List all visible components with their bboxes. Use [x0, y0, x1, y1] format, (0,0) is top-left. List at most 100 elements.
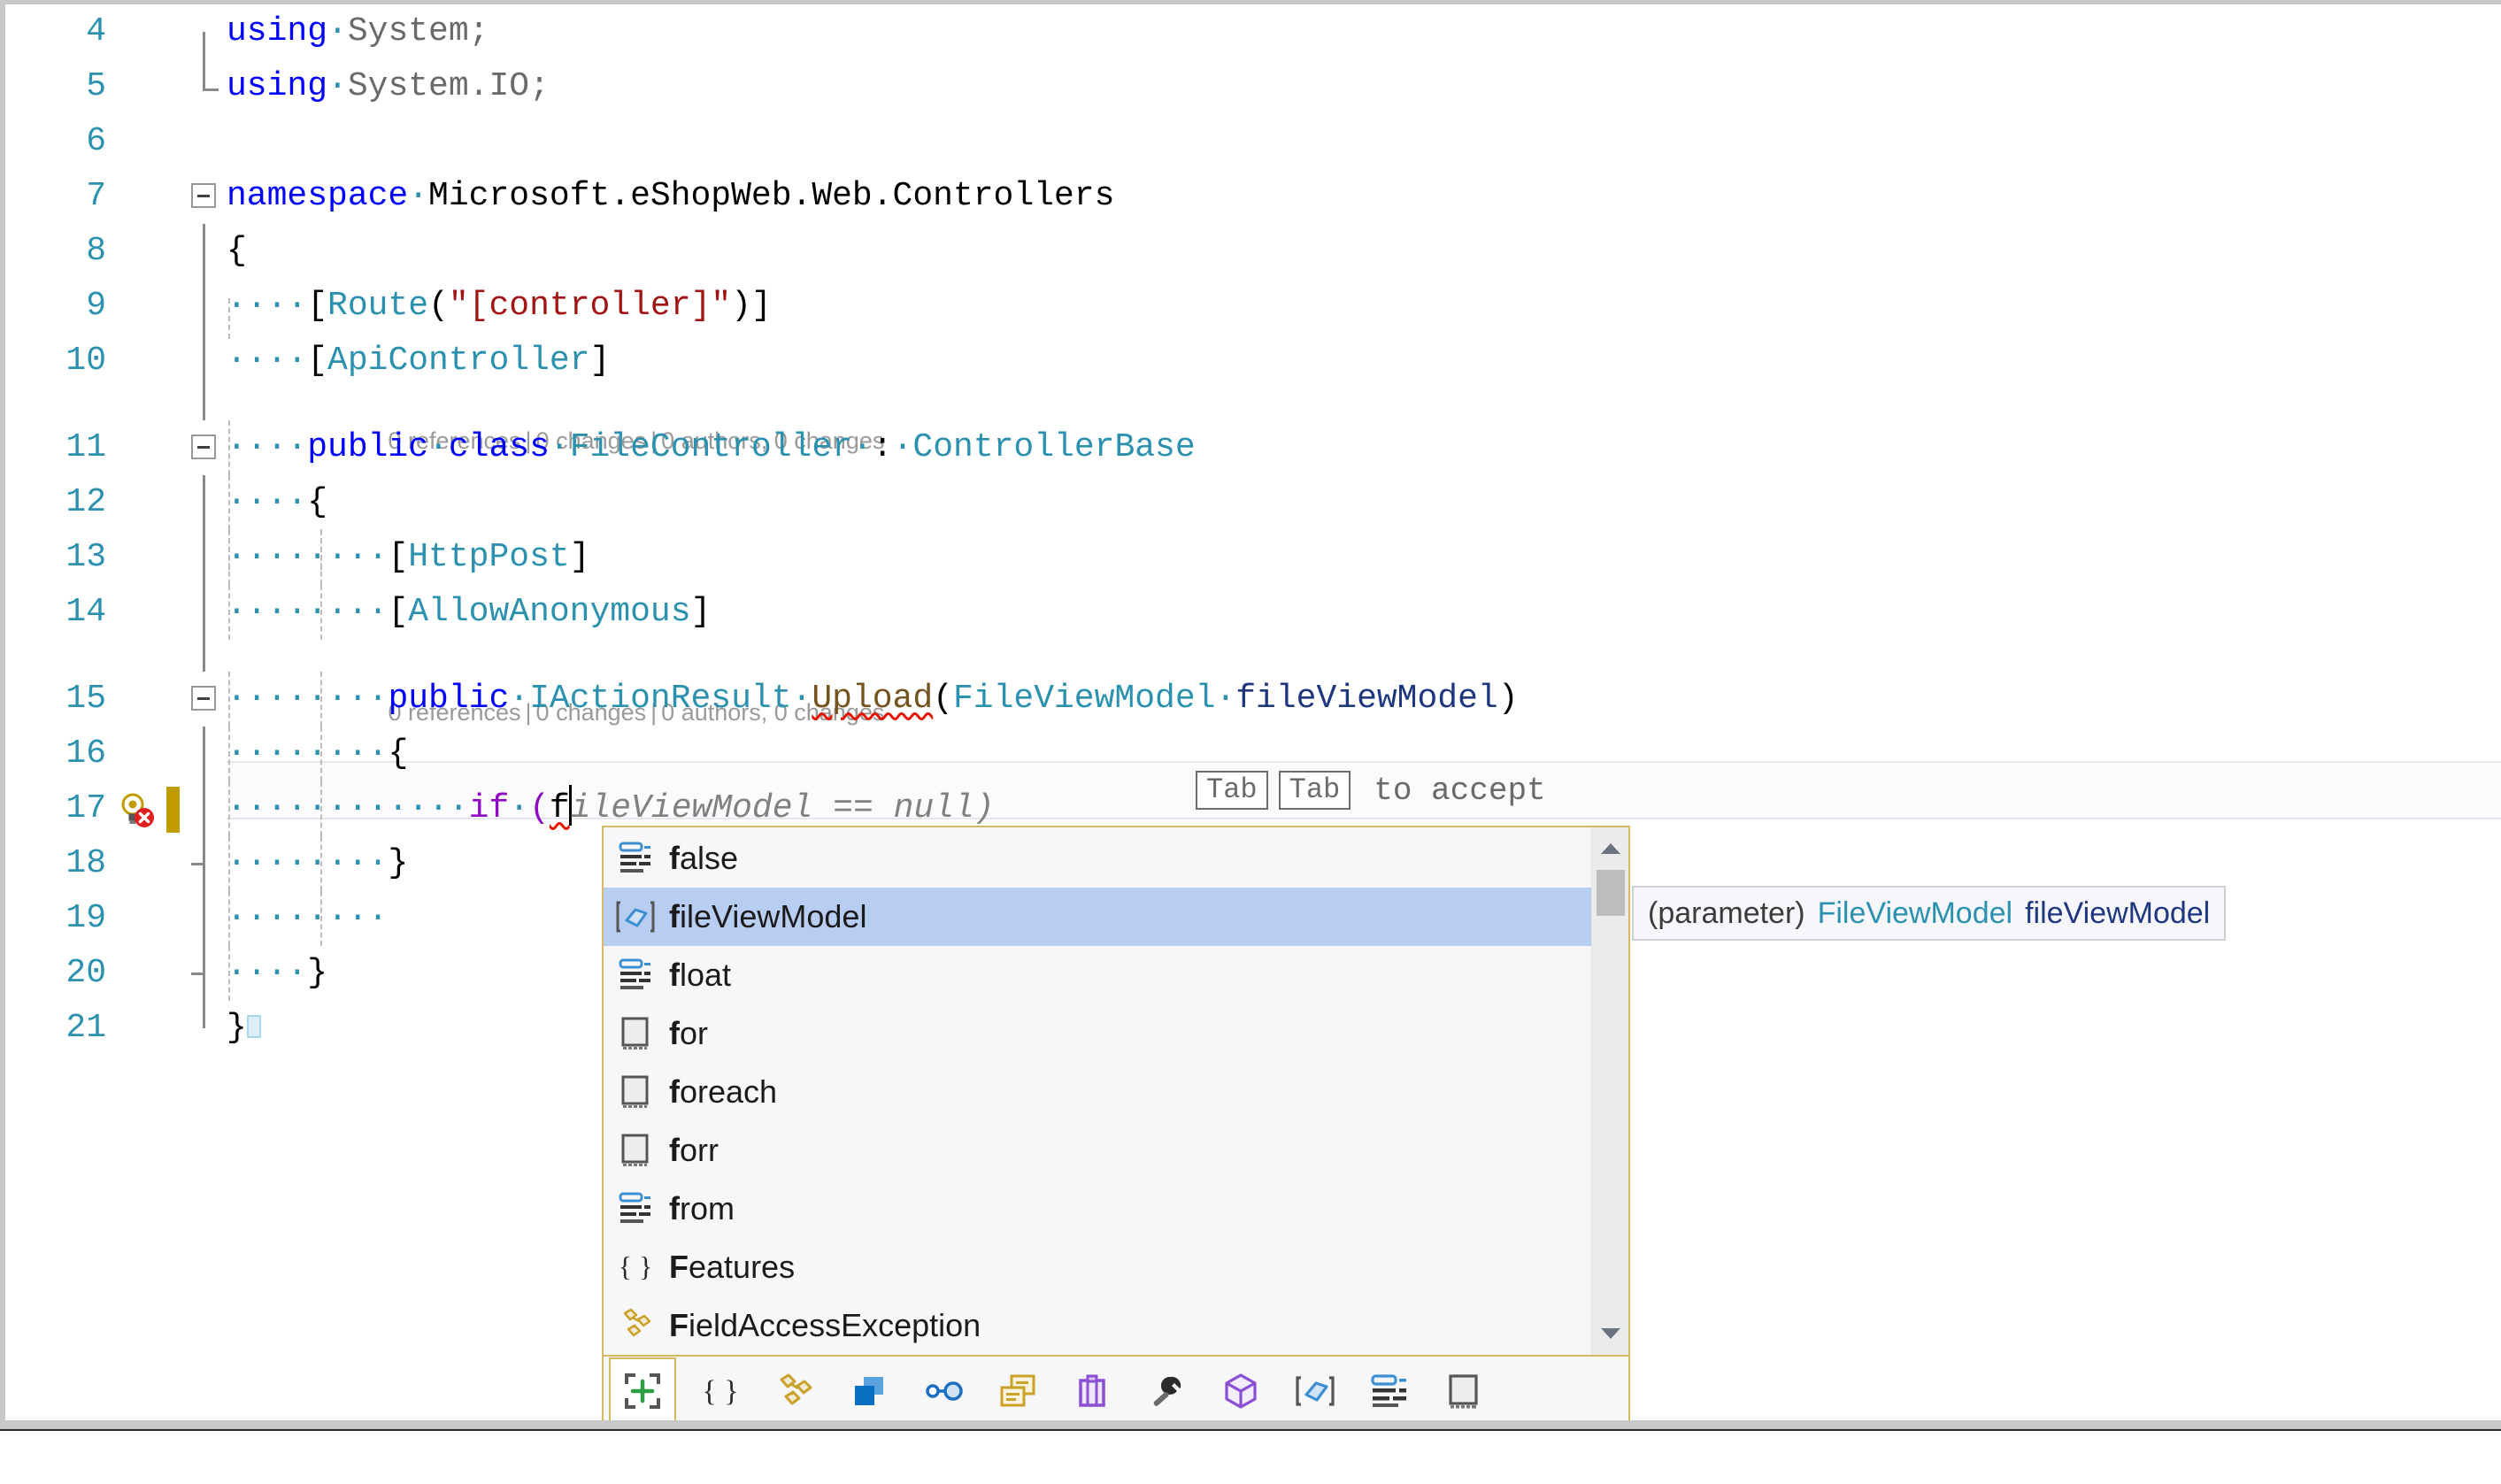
completion-list[interactable]: false fileViewModel float for foreach fo…	[604, 827, 1628, 1355]
completion-item-forr[interactable]: forr	[604, 1121, 1591, 1180]
scrollbar-thumb[interactable]	[1597, 870, 1625, 916]
code-text-12: ····{	[227, 475, 2501, 530]
intellisense-completion-popup[interactable]: false fileViewModel float for foreach fo…	[602, 826, 1630, 1427]
code-line-11[interactable]: 11 ····public·class·FileController·:·Con…	[5, 420, 2501, 475]
fold-margin-21[interactable]	[186, 1001, 227, 1056]
code-line-12[interactable]: 12 ····{	[5, 475, 2501, 530]
fold-collapse-toggle-7[interactable]	[191, 183, 216, 208]
glyph-margin-21[interactable]	[112, 1001, 186, 1056]
fold-margin-19[interactable]	[186, 891, 227, 946]
glyph-margin-8[interactable]	[112, 224, 186, 279]
line-number-18: 18	[65, 844, 106, 882]
fold-margin-13[interactable]	[186, 530, 227, 585]
code-text-5: using·System.IO;	[227, 59, 2501, 114]
completion-label-foreach: foreach	[669, 1073, 777, 1111]
glyph-margin-12[interactable]	[112, 475, 186, 530]
glyph-margin-17[interactable]	[112, 781, 186, 836]
fold-margin-9[interactable]	[186, 279, 227, 334]
code-line-15[interactable]: 15 ········public·IActionResult·Upload(F…	[5, 672, 2501, 727]
methods-filter-button[interactable]	[1133, 1357, 1200, 1425]
code-line-6[interactable]: 6	[5, 114, 2501, 169]
glyph-margin-13[interactable]	[112, 530, 186, 585]
glyph-margin-5[interactable]	[112, 59, 186, 114]
glyph-margin-11[interactable]	[112, 420, 186, 475]
structs-filter-button[interactable]	[835, 1357, 903, 1425]
codelens-line-15[interactable]: 0 references | 0 changes | 0 authors, 0 chan…	[5, 529, 2501, 726]
code-line-5[interactable]: 5 using·System.IO;	[5, 59, 2501, 114]
inline-ghost-suggestion[interactable]: ileViewModel == null)	[571, 789, 995, 827]
fold-margin-15[interactable]	[186, 672, 227, 727]
fold-margin-11[interactable]	[186, 420, 227, 475]
scroll-up-arrow-icon[interactable]	[1592, 831, 1629, 866]
match-prefix-6: f	[669, 1190, 680, 1226]
completion-filter-toolbar[interactable]: { }	[604, 1355, 1628, 1426]
completion-item-features[interactable]: { } Features	[604, 1238, 1591, 1296]
completion-item-fieldaccessexception[interactable]: FieldAccessException	[604, 1296, 1591, 1355]
glyph-margin-9[interactable]	[112, 279, 186, 334]
completion-items-container[interactable]: false fileViewModel float for foreach fo…	[604, 827, 1591, 1355]
code-editor-surface[interactable]: 4 using·System; 5 using·System.IO; 6 7 n…	[5, 4, 2501, 1427]
glyph-margin-7[interactable]	[112, 169, 186, 224]
completion-item-false[interactable]: false	[604, 829, 1591, 888]
cube-icon	[1225, 1373, 1257, 1409]
glyph-margin-19[interactable]	[112, 891, 186, 946]
completion-item-fileviewmodel[interactable]: fileViewModel	[604, 888, 1591, 946]
fold-margin-20[interactable]	[186, 946, 227, 1001]
completion-item-for[interactable]: for	[604, 1004, 1591, 1063]
glyph-margin-16[interactable]	[112, 727, 186, 781]
fold-margin-7[interactable]	[186, 169, 227, 224]
line-number-9: 9	[86, 287, 106, 325]
scroll-down-arrow-icon[interactable]	[1592, 1316, 1629, 1351]
fold-collapse-toggle-11[interactable]	[191, 434, 216, 459]
completion-label-forr: forr	[669, 1132, 719, 1169]
line-number-11: 11	[65, 428, 106, 466]
codelens-glyph-spacer-15	[112, 631, 186, 672]
fold-margin-17[interactable]	[186, 781, 227, 836]
fold-margin-6[interactable]	[186, 114, 227, 169]
code-line-4[interactable]: 4 using·System;	[5, 4, 2501, 59]
visual-studio-editor-window: 4 using·System; 5 using·System.IO; 6 7 n…	[0, 0, 2501, 1484]
glyph-margin-4[interactable]	[112, 4, 186, 59]
locals-filter-button[interactable]	[1281, 1357, 1349, 1425]
fold-margin-4[interactable]	[186, 4, 227, 59]
fold-margin-18[interactable]	[186, 836, 227, 891]
label-rest-7: eatures	[689, 1249, 796, 1285]
completion-item-from[interactable]: from	[604, 1180, 1591, 1238]
line-number-16: 16	[65, 734, 106, 773]
glyph-margin-20[interactable]	[112, 946, 186, 1001]
codelens-line-11[interactable]: 0 references | 0 changes | 0 authors, 0 chan…	[5, 298, 2501, 454]
label-rest-6: rom	[680, 1190, 735, 1226]
completion-item-float[interactable]: float	[604, 946, 1591, 1004]
window-bottom-separator	[0, 1420, 2501, 1429]
classes-filter-button[interactable]	[761, 1357, 828, 1425]
line-number-6: 6	[86, 122, 106, 160]
fold-margin-8[interactable]	[186, 224, 227, 279]
modules-filter-button[interactable]	[1207, 1357, 1274, 1425]
lightbulb-error-icon[interactable]	[117, 790, 156, 829]
token-system: System;	[347, 12, 489, 50]
completion-label-float: float	[669, 957, 731, 994]
delegates-filter-button[interactable]	[1058, 1357, 1126, 1425]
code-line-7[interactable]: 7 namespace·Microsoft.eShopWeb.Web.Contr…	[5, 169, 2501, 224]
glyph-margin-6[interactable]	[112, 114, 186, 169]
token-indent-dots-20: ····	[227, 954, 308, 992]
fold-margin-5[interactable]	[186, 59, 227, 114]
snippets-filter-button[interactable]	[1430, 1357, 1497, 1425]
fold-margin-12[interactable]	[186, 475, 227, 530]
enums-filter-button[interactable]	[984, 1357, 1051, 1425]
completion-item-foreach[interactable]: foreach	[604, 1063, 1591, 1121]
token-space-dot: ·	[327, 12, 348, 50]
fold-collapse-toggle-15[interactable]	[191, 686, 216, 711]
glyph-margin-15[interactable]	[112, 672, 186, 727]
keywords-filter-button[interactable]	[1356, 1357, 1423, 1425]
indent-guide-15b	[320, 529, 322, 570]
namespaces-filter-button[interactable]: { }	[687, 1357, 754, 1425]
fold-margin-16[interactable]	[186, 727, 227, 781]
completion-scrollbar[interactable]	[1591, 827, 1628, 1355]
code-line-8[interactable]: 8 {	[5, 224, 2501, 279]
token-brace-21: }	[227, 1009, 247, 1047]
expand-all-filter-button[interactable]	[609, 1357, 676, 1425]
interfaces-filter-button[interactable]	[910, 1357, 977, 1425]
token-typed-prefix: f	[549, 789, 570, 827]
glyph-margin-18[interactable]	[112, 836, 186, 891]
